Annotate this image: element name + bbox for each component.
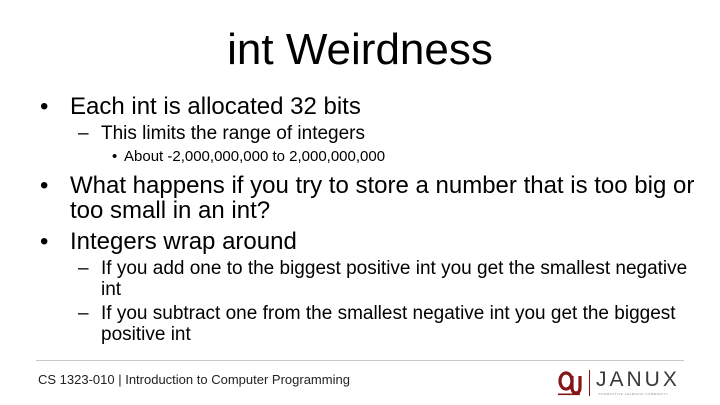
sub-bullet-text: This limits the range of integers [101,123,366,144]
dash-marker: – [78,123,89,144]
sub-bullet-text: If you add one to the biggest positive i… [101,258,688,300]
sub-bullet-item: – If you subtract one from the smallest … [36,303,696,345]
slide-title: int Weirdness [227,25,493,74]
janux-tagline: INTERACTIVE LEARNING COMMUNITY [598,392,669,396]
janux-wordmark: JANUX [596,368,680,391]
bullet-text: Integers wrap around [70,228,297,255]
ou-logo-icon [558,371,582,396]
bullet-text: Each int is allocated 32 bits [70,93,361,120]
course-footer: CS 1323-010 | Introduction to Computer P… [38,372,350,387]
sub-bullet-text: If you subtract one from the smallest ne… [101,303,676,345]
dash-marker: – [78,303,89,324]
bullet-list: • Each int is allocated 32 bits – This l… [36,94,696,345]
bullet-item: • Integers wrap around [36,229,696,254]
bullet-item: • What happens if you try to store a num… [36,173,696,223]
bullet-marker: • [112,148,118,165]
footer-divider [36,360,684,361]
janux-logo: JANUX INTERACTIVE LEARNING COMMUNITY [556,368,691,398]
bullet-item: • Each int is allocated 32 bits [36,94,696,119]
sub-sub-bullet-text: About -2,000,000,000 to 2,000,000,000 [124,148,386,165]
bullet-marker: • [40,172,49,199]
sub-bullet-item: – This limits the range of integers [36,123,696,144]
bullet-text: What happens if you try to store a numbe… [70,172,695,224]
sub-sub-bullet-item: • About -2,000,000,000 to 2,000,000,000 [36,147,696,167]
dash-marker: – [78,258,89,279]
bullet-marker: • [40,228,49,255]
sub-bullet-item: – If you add one to the biggest positive… [36,258,696,300]
logo-separator [589,370,590,396]
bullet-marker: • [40,93,49,120]
